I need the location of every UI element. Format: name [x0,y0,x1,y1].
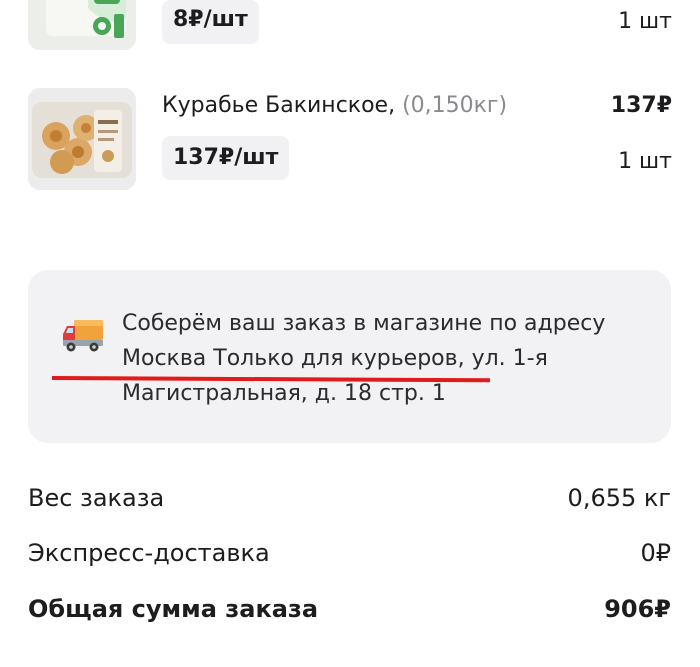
product-image [28,0,136,50]
unit-price: 137₽/шт [162,136,290,180]
express-delivery-value: 0₽ [640,539,671,567]
pickup-line-1: Соберём ваш заказ в магазине по адресу [122,311,606,336]
product-image [28,88,136,190]
cart-screen: 8₽/шт 1 шт Курабье Бакинское, (0,150кг) … [0,0,700,667]
item-total-price: 137₽ [610,93,672,118]
pickup-address-text: Соберём ваш заказ в магазине по адресу М… [122,306,642,411]
packaged-product-image [28,0,136,50]
order-total-value: 906₽ [604,595,671,623]
order-total-label: Общая сумма заказа [28,595,319,623]
item-quantity: 1 шт [618,149,672,174]
product-title: Курабье Бакинское, [162,93,403,118]
unit-price: 8₽/шт [162,0,259,44]
order-weight-row: Вес заказа 0,655 кг [28,481,671,515]
item-quantity: 1 шт [618,9,672,34]
pickup-notice-card: Соберём ваш заказ в магазине по адресу М… [28,270,671,443]
order-total-row: Общая сумма заказа 906₽ [28,592,671,626]
pickup-line-2: Москва Только для курьеров, ул. 1-я [122,346,548,371]
product-weight: (0,150кг) [402,93,508,118]
express-delivery-label: Экспресс-доставка [28,539,270,567]
delivery-truck-icon [63,320,103,352]
cookie-box-image [28,88,136,190]
cart-item[interactable]: Курабье Бакинское, (0,150кг) 137₽ 137₽/ш… [0,88,700,192]
cart-item[interactable]: 8₽/шт 1 шт [0,0,700,60]
express-delivery-row: Экспресс-доставка 0₽ [28,536,671,570]
product-name[interactable]: Курабье Бакинское, (0,150кг) [162,92,507,120]
order-weight-value: 0,655 кг [567,484,671,512]
order-weight-label: Вес заказа [28,484,165,512]
